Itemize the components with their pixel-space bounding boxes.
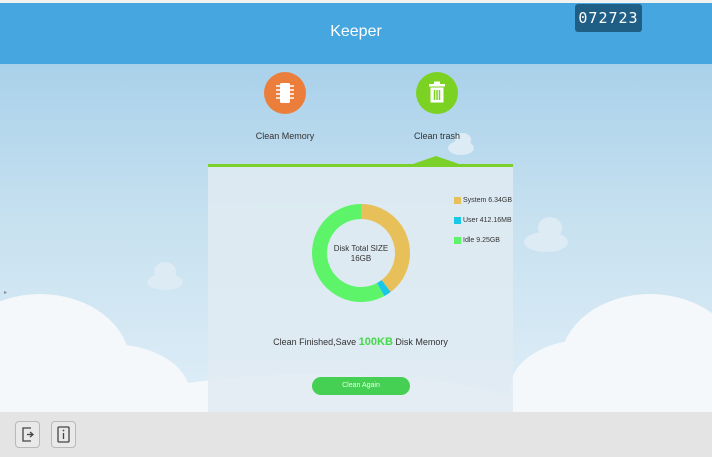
disk-total-title: Disk Total SIZE: [333, 244, 389, 253]
legend-item-idle: Idle 9.25GB: [454, 236, 512, 246]
id-badge: 072723: [575, 4, 642, 32]
result-prefix: Clean Finished,Save: [273, 337, 359, 347]
clean-memory-label: Clean Memory: [255, 131, 315, 141]
content-area: Clean Memory Clean trash: [0, 64, 712, 412]
result-amount: 100KB: [358, 336, 393, 348]
legend-item-system: System 6.34GB: [454, 196, 512, 206]
exit-icon: [22, 427, 35, 442]
legend-swatch-system: [454, 196, 461, 204]
clean-trash-label: Clean trash: [413, 131, 461, 141]
clean-result-text: Clean Finished,Save 100KB Disk Memory: [208, 336, 513, 348]
trash-can-icon: [416, 72, 458, 114]
info-icon: [57, 426, 70, 443]
clean-memory-tool[interactable]: Clean Memory: [230, 72, 340, 141]
disk-total-size: 16GB: [350, 254, 372, 263]
result-suffix: Disk Memory: [392, 337, 448, 347]
clean-again-button[interactable]: Clean Again: [312, 377, 410, 395]
bottom-toolbar: [0, 412, 712, 457]
memory-chip-icon: [264, 72, 306, 114]
legend-item-user: User 412.16MB: [454, 216, 512, 226]
legend-swatch-idle: [454, 236, 461, 244]
info-button[interactable]: [51, 421, 76, 448]
disk-total-label: Disk Total SIZE 16GB: [311, 244, 411, 264]
clean-trash-tool[interactable]: Clean trash: [382, 72, 492, 141]
exit-button[interactable]: [15, 421, 40, 448]
expand-left-arrow-icon[interactable]: ▸: [4, 289, 7, 296]
legend-swatch-user: [454, 216, 461, 224]
disk-legend: System 6.34GB User 412.16MB Idle 9.25GB: [454, 196, 512, 256]
